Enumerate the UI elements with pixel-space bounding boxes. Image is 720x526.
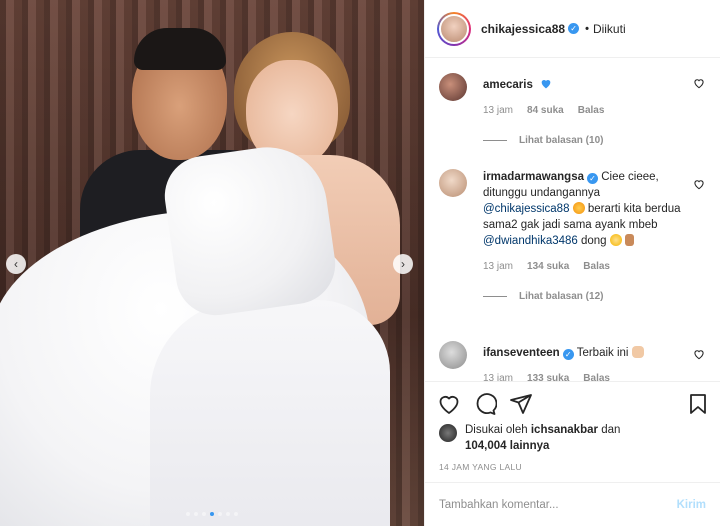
view-replies-button[interactable]: Lihat balasan (12) <box>483 291 706 302</box>
liker-avatar[interactable] <box>439 424 457 442</box>
like-comment-heart-icon[interactable] <box>692 76 706 90</box>
replies-divider-line <box>483 140 507 141</box>
likes-prefix: Disukai oleh <box>465 424 528 436</box>
comment-meta: 13 jam 134 suka Balas <box>483 259 682 275</box>
post-sidebar: chikajessica88 ✓ • Diikuti amecaris 13 j… <box>424 0 720 526</box>
author-avatar[interactable] <box>437 11 471 46</box>
reply-button[interactable]: Balas <box>578 103 605 119</box>
comment-time[interactable]: 13 jam <box>483 103 513 119</box>
view-replies-label: Lihat balasan (10) <box>519 135 604 146</box>
comment-time[interactable]: 13 jam <box>483 259 513 275</box>
header-separator: • <box>585 22 589 35</box>
post-timestamp[interactable]: 14 JAM YANG LALU <box>439 462 522 472</box>
heart-eyes-emoji-icon <box>572 202 585 214</box>
carousel-dot <box>202 512 206 516</box>
mention-link[interactable]: @dwiandhika3486 <box>483 235 578 247</box>
fingers-crossed-emoji-icon <box>625 234 634 246</box>
likes-others-count[interactable]: 104,004 lainnya <box>465 440 549 452</box>
action-bar <box>425 381 720 425</box>
reply-button[interactable]: Balas <box>583 259 610 275</box>
view-replies-label: Lihat balasan (12) <box>519 291 604 302</box>
next-photo-button[interactable]: › <box>393 254 413 274</box>
comments-list[interactable]: amecaris 13 jam 84 suka Balas Lihat bala… <box>425 59 720 381</box>
post-comment-button[interactable]: Kirim <box>677 499 706 511</box>
carousel-dot <box>218 512 222 516</box>
comment-item: amecaris 13 jam 84 suka Balas Lihat bala… <box>439 73 706 146</box>
carousel-indicator <box>0 512 424 516</box>
commenter-username[interactable]: ifanseventeen <box>483 347 560 359</box>
add-comment-bar: Kirim <box>425 482 720 526</box>
replies-divider-line <box>483 296 507 297</box>
comment-text: dong <box>581 235 607 247</box>
carousel-dot <box>194 512 198 516</box>
chevron-right-icon: › <box>401 257 405 271</box>
likes-summary: Disukai oleh ichsanakbar dan 104,004 lai… <box>439 422 706 454</box>
comment-meta: 13 jam 133 suka Balas <box>483 371 682 381</box>
commenter-username[interactable]: irmadarmawangsa <box>483 171 584 183</box>
comment-likes[interactable]: 134 suka <box>527 259 569 275</box>
like-comment-heart-icon[interactable] <box>692 347 706 361</box>
verified-badge-icon: ✓ <box>562 349 574 360</box>
comment-item: irmadarmawangsa ✓ Ciee cieee, ditunggu un… <box>439 169 706 302</box>
comment-input[interactable] <box>439 498 677 511</box>
verified-badge-icon: ✓ <box>587 173 598 184</box>
save-bookmark-icon[interactable] <box>686 392 710 416</box>
comment-bubble-icon[interactable] <box>473 392 497 416</box>
prev-photo-button[interactable]: ‹ <box>6 254 26 274</box>
post-header: chikajessica88 ✓ • Diikuti <box>425 0 720 58</box>
instagram-post: ‹ › chikajessica88 ✓ • Diikuti amecaris <box>0 0 720 526</box>
grin-emoji-icon <box>609 234 622 246</box>
blue-heart-icon <box>541 79 551 89</box>
verified-badge-icon: ✓ <box>568 23 580 34</box>
comment-likes[interactable]: 133 suka <box>527 371 569 381</box>
mention-link[interactable]: @chikajessica88 <box>483 203 569 215</box>
like-comment-heart-icon[interactable] <box>692 177 706 191</box>
comment-time[interactable]: 13 jam <box>483 371 513 381</box>
clapping-emoji-icon <box>631 346 644 358</box>
post-photo[interactable]: ‹ › <box>0 0 424 526</box>
dress-skirt-lower <box>150 300 390 526</box>
commenter-avatar[interactable] <box>439 73 467 101</box>
follow-status-button[interactable]: Diikuti <box>593 22 626 36</box>
author-username[interactable]: chikajessica88 <box>481 22 565 36</box>
carousel-dot <box>210 512 214 516</box>
carousel-dot <box>226 512 230 516</box>
view-replies-button[interactable]: Lihat balasan (10) <box>483 135 706 146</box>
likes-joiner: dan <box>601 424 621 436</box>
reply-button[interactable]: Balas <box>583 371 610 381</box>
man-hair <box>134 28 226 70</box>
commenter-username[interactable]: amecaris <box>483 79 533 91</box>
comment-likes[interactable]: 84 suka <box>527 103 564 119</box>
commenter-avatar[interactable] <box>439 341 467 369</box>
share-paper-plane-icon[interactable] <box>509 392 533 416</box>
liker-username[interactable]: ichsanakbar <box>531 424 598 436</box>
comment-text: Terbaik ini <box>576 347 629 359</box>
comment-meta: 13 jam 84 suka Balas <box>483 103 682 119</box>
carousel-dot <box>234 512 238 516</box>
commenter-avatar[interactable] <box>439 169 467 197</box>
chevron-left-icon: ‹ <box>14 257 18 271</box>
comment-item: ifanseventeen ✓ Terbaik ini 13 jam 133 su… <box>439 341 706 381</box>
carousel-dot <box>186 512 190 516</box>
like-heart-icon[interactable] <box>437 392 461 416</box>
